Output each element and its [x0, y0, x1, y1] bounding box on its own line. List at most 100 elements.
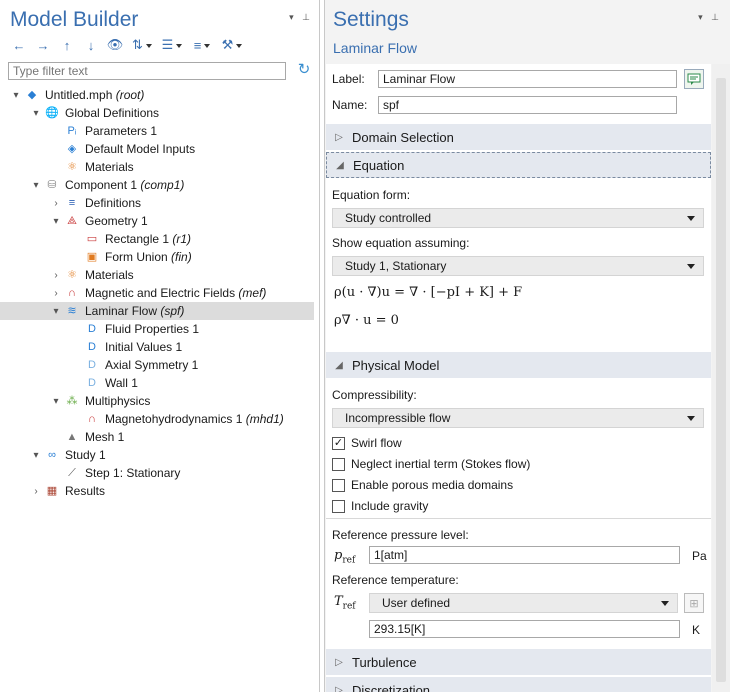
- porous-media-checkbox[interactable]: Enable porous media domains: [332, 478, 513, 492]
- collapse-arrow-icon[interactable]: ›: [50, 198, 62, 209]
- tree-mhd-1[interactable]: ∩ Magnetohydrodynamics 1 (mhd1): [0, 410, 314, 428]
- tree-node-label: Laminar Flow (spf): [85, 304, 184, 318]
- section-turbulence-label: Turbulence: [352, 654, 417, 670]
- section-discretization[interactable]: ▷ Discretization: [326, 677, 711, 692]
- collapse-arrow-icon[interactable]: ›: [30, 486, 42, 497]
- tree-study-1-icon: ∞: [48, 448, 56, 461]
- tree-component-1[interactable]: ▾ ⛁ Component 1 (comp1): [0, 176, 314, 194]
- settings-pane-menu-icon[interactable]: ▾ ⊥: [698, 12, 722, 23]
- label-caption: Label:: [332, 72, 365, 86]
- section-equation-label: Equation: [353, 157, 405, 173]
- checkbox-box[interactable]: ✓: [332, 436, 345, 450]
- tree-node-label: Initial Values 1: [105, 340, 182, 354]
- tree-materials[interactable]: › ⚛ Materials: [0, 266, 314, 284]
- tree-axial-symmetry-1[interactable]: D Axial Symmetry 1: [0, 356, 314, 374]
- section-turbulence[interactable]: ▷ Turbulence: [326, 649, 711, 675]
- settings-scrollbar[interactable]: [712, 64, 730, 692]
- tree-node-text: Untitled.mph: [45, 88, 113, 102]
- tree-node-text: Study 1: [65, 448, 106, 462]
- show-icon[interactable]: 👁: [104, 36, 126, 54]
- section-equation[interactable]: ◢ Equation: [326, 152, 711, 178]
- checkbox-box[interactable]: [332, 478, 345, 492]
- expand-arrow-icon[interactable]: ▾: [50, 396, 62, 407]
- checkbox-label: Enable porous media domains: [351, 478, 514, 492]
- tree-fluid-properties-1[interactable]: D Fluid Properties 1: [0, 320, 314, 338]
- tree-global-materials[interactable]: ⚛ Materials: [0, 158, 314, 176]
- tree-form-union-icon: ▣: [86, 250, 98, 263]
- t-ref-symbol: Tref: [334, 594, 356, 612]
- expand-arrow-icon[interactable]: ▾: [30, 180, 42, 191]
- tree-initial-values-1-icon: D: [88, 340, 96, 353]
- tree-node-tag: (comp1): [140, 178, 185, 192]
- tree-component-1-icon: ⛁: [47, 178, 57, 191]
- include-gravity-checkbox[interactable]: Include gravity: [332, 499, 428, 513]
- swirl-flow-checkbox[interactable]: ✓ Swirl flow: [332, 436, 402, 450]
- tree-rectangle-1[interactable]: ▭ Rectangle 1 (r1): [0, 230, 314, 248]
- tree-study-1[interactable]: ▾ ∞ Study 1: [0, 446, 314, 464]
- refresh-icon[interactable]: ↻: [294, 60, 314, 80]
- expand-arrow-icon[interactable]: ▾: [30, 108, 42, 119]
- tree-node-text: Initial Values 1: [105, 340, 183, 354]
- compressibility-select[interactable]: Incompressible flow: [332, 408, 704, 428]
- tree-mesh-1[interactable]: ▲ Mesh 1: [0, 428, 314, 446]
- move-down-icon[interactable]: ↓: [80, 36, 102, 54]
- tree-global-materials-icon: ⚛: [67, 160, 77, 173]
- back-icon[interactable]: ←: [8, 36, 30, 54]
- forward-icon[interactable]: →: [32, 36, 54, 54]
- tree-global-definitions[interactable]: ▾ 🌐 Global Definitions: [0, 104, 314, 122]
- tree-wall-1[interactable]: D Wall 1: [0, 374, 314, 392]
- expand-arrow-icon[interactable]: ▾: [50, 306, 62, 317]
- build-icon[interactable]: ⚒: [218, 36, 246, 54]
- tree-filter-input[interactable]: [8, 62, 286, 80]
- tree-node-label: Form Union (fin): [105, 250, 192, 264]
- tree-node-text: Form Union: [105, 250, 168, 264]
- tree-mef[interactable]: › ∩ Magnetic and Electric Fields (mef): [0, 284, 314, 302]
- expand-arrow-icon[interactable]: ▾: [50, 216, 62, 227]
- checkbox-box[interactable]: [332, 499, 345, 513]
- section-physical-model[interactable]: ◢ Physical Model: [326, 352, 711, 378]
- section-domain-selection[interactable]: ▷ Domain Selection: [326, 124, 711, 150]
- add-function-icon[interactable]: ⊞: [684, 593, 704, 613]
- tree-geometry-1[interactable]: ▾ ⟁ Geometry 1: [0, 212, 314, 230]
- t-ref-field[interactable]: [369, 620, 680, 638]
- tree-multiphysics[interactable]: ▾ ⁂ Multiphysics: [0, 392, 314, 410]
- tree-results[interactable]: › ▦ Results: [0, 482, 314, 500]
- expand-arrow-icon[interactable]: ▾: [30, 450, 42, 461]
- expand-arrow-icon[interactable]: ▾: [10, 90, 22, 101]
- tree-node-tag: (mhd1): [245, 412, 284, 426]
- collapse-icon[interactable]: ⇅: [128, 36, 156, 54]
- checkbox-label: Include gravity: [351, 499, 429, 513]
- tree-root[interactable]: ▾ ◆ Untitled.mph (root): [0, 86, 314, 104]
- divider: [326, 518, 711, 519]
- tree-default-model-inputs[interactable]: ◈ Default Model Inputs: [0, 140, 314, 158]
- tree-initial-values-1[interactable]: D Initial Values 1: [0, 338, 314, 356]
- t-ref-mode-select[interactable]: User defined: [369, 593, 678, 613]
- tree-default-model-inputs-icon: ◈: [67, 142, 77, 155]
- tree-node-label: Geometry 1: [85, 214, 148, 228]
- equation-form-caption: Equation form:: [332, 188, 411, 202]
- p-ref-field[interactable]: [369, 546, 680, 564]
- label-field[interactable]: [378, 70, 677, 88]
- tree-step-1-stationary[interactable]: ⟋ Step 1: Stationary: [0, 464, 314, 482]
- equation-form-select[interactable]: Study controlled: [332, 208, 704, 228]
- collapse-arrow-icon[interactable]: ›: [50, 288, 62, 299]
- checkbox-label: Swirl flow: [351, 436, 402, 450]
- show-equation-select[interactable]: Study 1, Stationary: [332, 256, 704, 276]
- sort-icon[interactable]: ≡: [188, 36, 216, 54]
- move-up-icon[interactable]: ↑: [56, 36, 78, 54]
- expand-icon[interactable]: ☰: [158, 36, 186, 54]
- model-builder-pane-menu-icon[interactable]: ▾ ⊥: [289, 12, 313, 23]
- comment-icon[interactable]: [684, 69, 704, 89]
- tree-definitions[interactable]: › ≡ Definitions: [0, 194, 314, 212]
- checkbox-box[interactable]: [332, 457, 345, 471]
- neglect-inertial-checkbox[interactable]: Neglect inertial term (Stokes flow): [332, 457, 530, 471]
- tree-form-union[interactable]: ▣ Form Union (fin): [0, 248, 314, 266]
- tree-laminar-flow[interactable]: ▾ ≋ Laminar Flow (spf): [0, 302, 314, 320]
- tree-node-text: Axial Symmetry 1: [105, 358, 199, 372]
- collapse-arrow-icon[interactable]: ›: [50, 270, 62, 281]
- scrollbar-thumb[interactable]: [716, 78, 726, 682]
- name-field[interactable]: [378, 96, 677, 114]
- ref-temperature-caption: Reference temperature:: [332, 573, 459, 587]
- tree-mef-icon: ∩: [68, 286, 76, 299]
- tree-parameters-1[interactable]: Pᵢ Parameters 1: [0, 122, 314, 140]
